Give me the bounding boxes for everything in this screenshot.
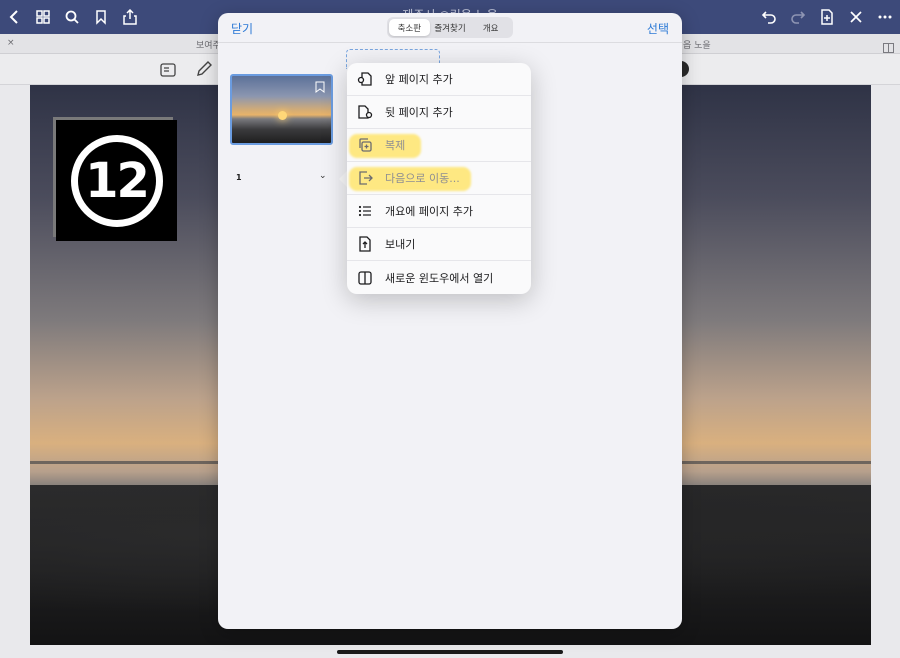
redo-icon[interactable] bbox=[787, 6, 809, 28]
menu-item-move-to[interactable]: 다음으로 이동... bbox=[347, 162, 531, 195]
thumbnail-bookmark-icon[interactable] bbox=[315, 78, 325, 97]
menu-item-add-to-outline[interactable]: 개요에 페이지 추가 bbox=[347, 195, 531, 228]
panel-header: 닫기 축소판 즐겨찾기 개요 선택 bbox=[218, 13, 682, 43]
menu-item-export[interactable]: 보내기 bbox=[347, 228, 531, 261]
pencil-icon[interactable] bbox=[195, 60, 213, 82]
page-context-menu: 앞 페이지 추가 뒷 페이지 추가 복제 다음으로 이동... 개요에 페이지 … bbox=[347, 63, 531, 294]
page-add-after-icon bbox=[356, 103, 374, 121]
step-badge: 12 bbox=[56, 120, 177, 241]
tab-favorites[interactable]: 즐겨찾기 bbox=[430, 19, 471, 36]
outline-list-icon bbox=[356, 202, 374, 220]
share-icon[interactable] bbox=[119, 6, 141, 28]
tab-thumbnails[interactable]: 축소판 bbox=[389, 19, 430, 36]
search-icon[interactable] bbox=[61, 6, 83, 28]
chevron-down-icon[interactable]: ⌄ bbox=[319, 171, 327, 181]
select-button[interactable]: 선택 bbox=[647, 20, 669, 37]
home-indicator bbox=[337, 650, 563, 654]
menu-label: 앞 페이지 추가 bbox=[385, 73, 453, 86]
move-to-icon bbox=[356, 169, 374, 187]
back-icon[interactable] bbox=[4, 6, 26, 28]
new-page-icon[interactable] bbox=[816, 6, 838, 28]
menu-item-add-page-before[interactable]: 앞 페이지 추가 bbox=[347, 63, 531, 96]
menu-item-add-page-after[interactable]: 뒷 페이지 추가 bbox=[347, 96, 531, 129]
menu-item-open-new-window[interactable]: 새로운 윈도우에서 열기 bbox=[347, 261, 531, 294]
tab-right-label[interactable]: 읍 노을 bbox=[683, 38, 711, 51]
menu-item-duplicate[interactable]: 복제 bbox=[347, 129, 531, 162]
bookmark-icon[interactable] bbox=[90, 6, 112, 28]
page-thumbnail[interactable] bbox=[230, 74, 333, 145]
page-number: 1 bbox=[236, 173, 242, 182]
duplicate-icon bbox=[356, 136, 374, 154]
tab-close-icon[interactable]: × bbox=[7, 38, 15, 48]
grid-icon[interactable] bbox=[32, 6, 54, 28]
sun-in-thumbnail bbox=[278, 111, 287, 120]
menu-label: 새로운 윈도우에서 열기 bbox=[385, 271, 494, 285]
step-badge-ring: 12 bbox=[70, 134, 163, 227]
menu-label: 보내기 bbox=[385, 238, 416, 251]
view-segmented-control: 축소판 즐겨찾기 개요 bbox=[387, 17, 513, 38]
text-scan-icon[interactable] bbox=[160, 62, 176, 81]
close-icon[interactable] bbox=[845, 6, 867, 28]
new-window-icon bbox=[356, 269, 374, 287]
tab-outline[interactable]: 개요 bbox=[470, 19, 511, 36]
more-icon[interactable] bbox=[874, 6, 896, 28]
menu-label: 개요에 페이지 추가 bbox=[385, 205, 473, 218]
undo-icon[interactable] bbox=[758, 6, 780, 28]
page-add-before-icon bbox=[356, 70, 374, 88]
menu-label: 복제 bbox=[385, 139, 406, 152]
menu-label: 뒷 페이지 추가 bbox=[385, 106, 453, 119]
step-number: 12 bbox=[85, 152, 150, 209]
export-icon bbox=[356, 235, 374, 253]
menu-label: 다음으로 이동... bbox=[385, 172, 460, 185]
close-button[interactable]: 닫기 bbox=[231, 20, 253, 37]
